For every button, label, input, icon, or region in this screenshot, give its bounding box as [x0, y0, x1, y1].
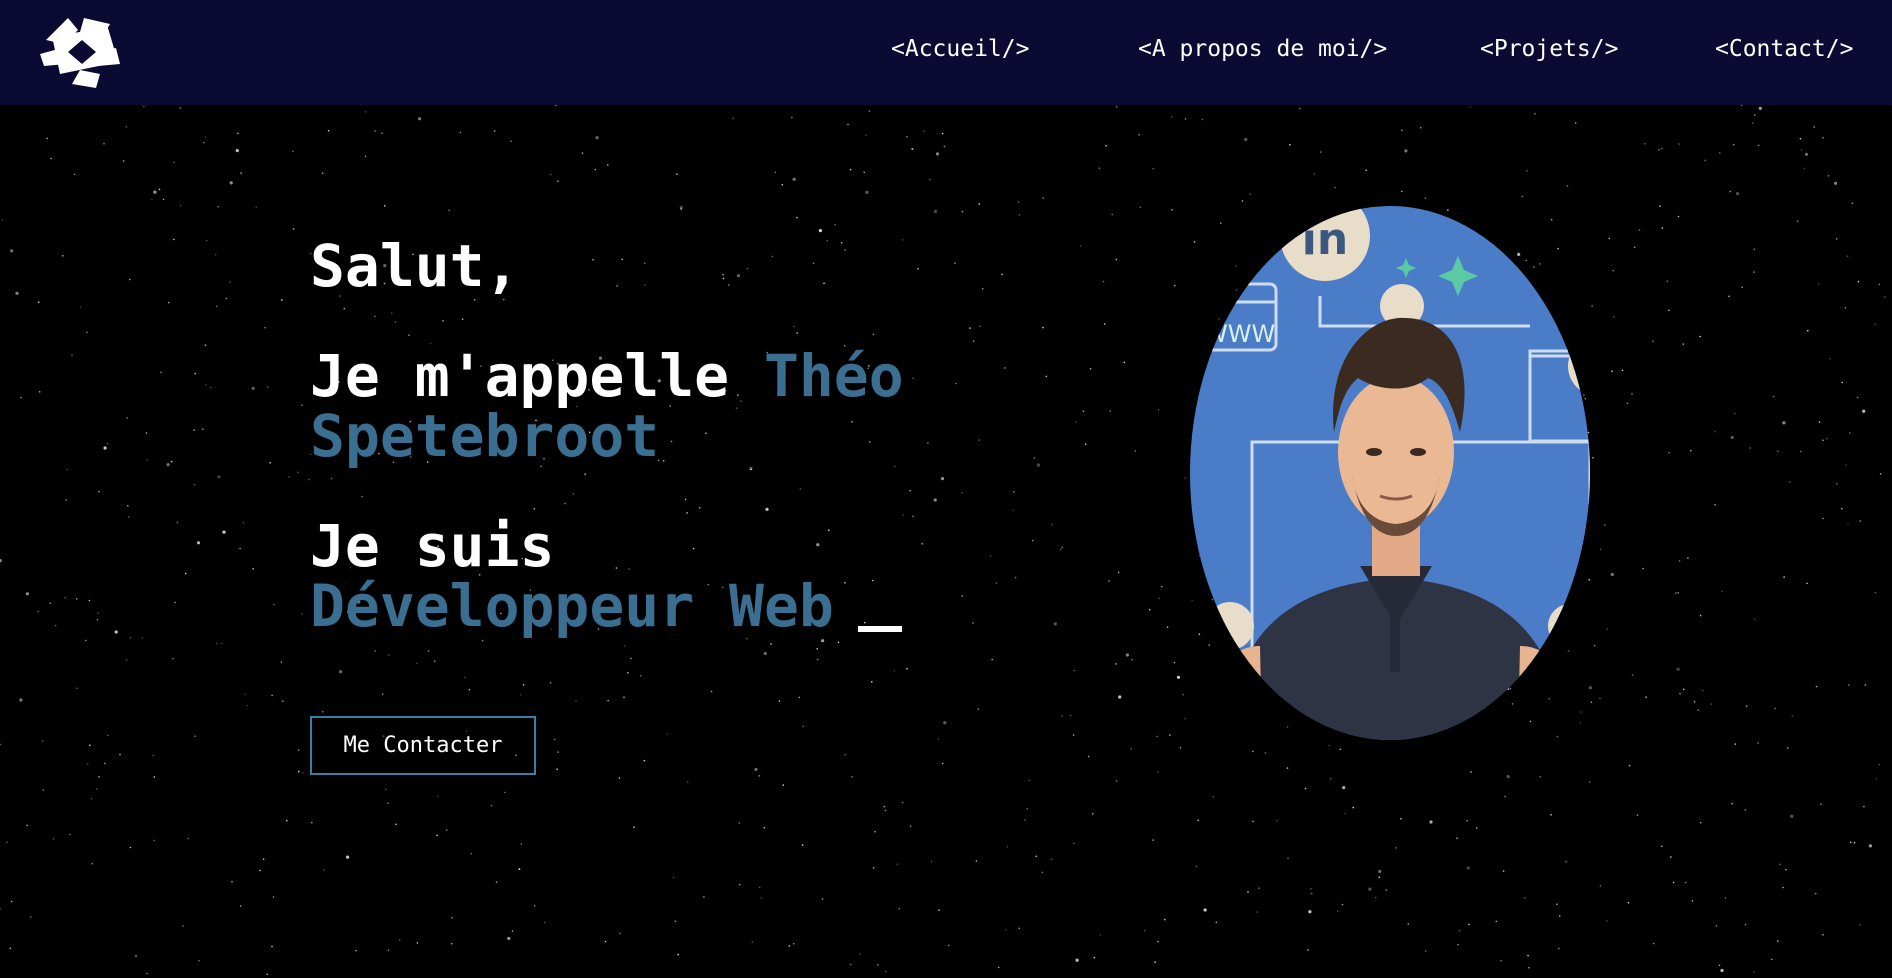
hero-greeting: Salut, [310, 232, 520, 300]
hero-role-block: Je suis Développeur Web [310, 516, 1010, 636]
hero-name-block: Je m'appelle Théo Spetebroot [310, 346, 1010, 466]
hero-intro-line: Je m'appelle Théo [310, 346, 1010, 406]
profile-photo: in WWW [1190, 206, 1590, 740]
hero-intro-prefix: Je m'appelle [310, 342, 730, 410]
nav-link-contact[interactable]: <Contact/> [1715, 36, 1853, 62]
hero-text: Salut, Je m'appelle Théo Spetebroot Je s… [310, 236, 1010, 636]
typing-cursor [857, 626, 902, 632]
logo-icon[interactable] [38, 14, 124, 92]
nav-link-a-propos[interactable]: <A propos de moi/> [1138, 36, 1387, 62]
nav-link-projets[interactable]: <Projets/> [1480, 36, 1618, 62]
hero-first-name: Théo [763, 342, 904, 410]
hero-role: Développeur Web [310, 572, 834, 640]
hero-role-prefix: Je suis [310, 512, 555, 580]
hero-role-line: Développeur Web [310, 576, 1010, 636]
contact-button[interactable]: Me Contacter [310, 716, 536, 775]
page: <Accueil/> <A propos de moi/> <Projets/>… [0, 0, 1892, 978]
nav-link-accueil[interactable]: <Accueil/> [891, 36, 1029, 62]
navbar: <Accueil/> <A propos de moi/> <Projets/>… [0, 0, 1892, 105]
hero-last-name: Spetebroot [310, 402, 660, 470]
